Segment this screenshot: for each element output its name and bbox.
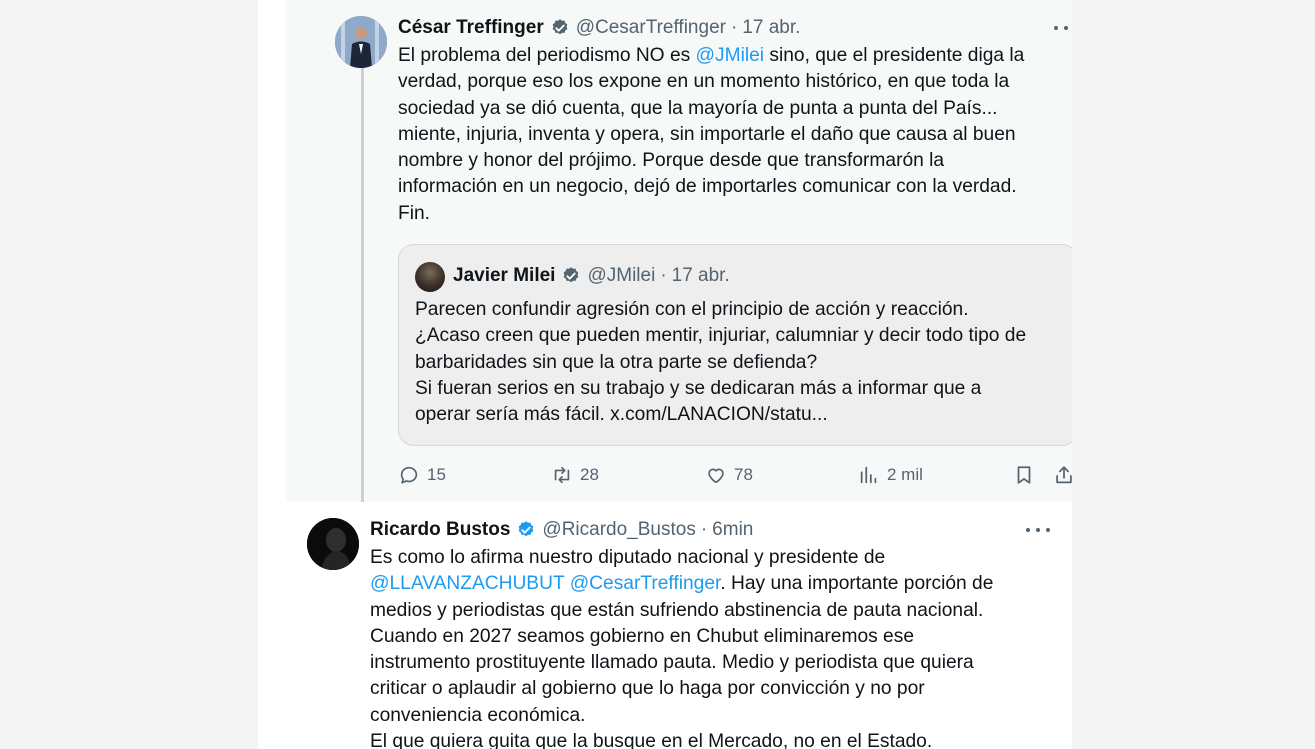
views-count: 2 mil: [887, 465, 923, 484]
thread-connector-line: [361, 68, 364, 510]
quoted-tweet-time: 17 abr.: [671, 265, 730, 286]
share-icon: [1056, 466, 1072, 484]
quoted-tweet-text: Parecen confundir agresión con el princi…: [415, 299, 1027, 426]
tweet-cesar-treffinger[interactable]: César Treffinger @CesarTreffinger · 17 a…: [286, 0, 1072, 510]
more-icon[interactable]: [1026, 525, 1050, 535]
share-button[interactable]: [1053, 462, 1072, 488]
header-separator: ·: [730, 17, 738, 38]
verified-badge-icon: [552, 19, 568, 35]
retweet-icon: [554, 466, 570, 484]
mention-cesartreffinger[interactable]: @CesarTreffinger: [570, 573, 721, 594]
header-separator: ·: [700, 519, 708, 540]
quoted-author-name: Javier Milei: [453, 265, 556, 286]
author-name[interactable]: Ricardo Bustos: [370, 519, 510, 541]
more-icon[interactable]: [1054, 23, 1072, 33]
tweet-text-rest: sino, que el presidente diga la verdad, …: [398, 45, 1025, 224]
quoted-tweet-header: Javier Milei @JMilei · 17 abr.: [453, 263, 730, 289]
tweet-text-rest: . Hay una importante porción de medios y…: [370, 573, 994, 749]
bookmark-button[interactable]: [1013, 462, 1035, 488]
tweet-header: Ricardo Bustos @Ricardo_Bustos · 6min: [370, 517, 753, 543]
quoted-author-handle: @JMilei: [587, 265, 656, 286]
views-button[interactable]: 2 mil: [858, 462, 923, 488]
retweet-count: 28: [580, 465, 599, 484]
tweet-actions: 15 28 78 2 mil: [398, 462, 1072, 488]
author-handle[interactable]: @CesarTreffinger: [576, 17, 726, 39]
reply-button[interactable]: 15: [398, 462, 446, 488]
tweet-text: El problema del periodismo NO es @JMilei…: [398, 43, 1068, 227]
timeline: César Treffinger @CesarTreffinger · 17 a…: [258, 0, 1072, 749]
tweet-header: César Treffinger @CesarTreffinger · 17 a…: [398, 15, 800, 41]
reply-count: 15: [427, 465, 446, 484]
quoted-tweet-javier-milei[interactable]: Javier Milei @JMilei · 17 abr. Parecen c…: [398, 244, 1072, 446]
author-name[interactable]: César Treffinger: [398, 17, 544, 39]
author-handle[interactable]: @Ricardo_Bustos: [542, 519, 695, 541]
bookmark-icon: [1017, 466, 1031, 484]
like-icon: [708, 468, 724, 484]
retweet-button[interactable]: 28: [551, 462, 599, 488]
verified-badge-icon: [564, 267, 579, 283]
verified-badge-icon: [519, 521, 534, 537]
tweet-text: Es como lo afirma nuestro diputado nacio…: [370, 545, 1040, 749]
like-count: 78: [734, 465, 753, 484]
tweet-time[interactable]: 17 abr.: [742, 17, 800, 39]
like-button[interactable]: 78: [705, 462, 753, 488]
quoted-header-separator: ·: [660, 265, 667, 286]
mention-llavanzachubut[interactable]: @LLAVANZACHUBUT: [370, 573, 564, 594]
page-background-left: [0, 0, 258, 749]
tweet-text-start: El problema del periodismo NO es: [398, 45, 696, 66]
avatar-javier-milei[interactable]: [415, 262, 445, 292]
avatar-cesar-treffinger[interactable]: [335, 16, 387, 68]
reply-icon: [400, 466, 418, 484]
avatar-ricardo-bustos[interactable]: [307, 518, 359, 570]
views-icon: [860, 466, 877, 484]
tweet-text-start: Es como lo afirma nuestro diputado nacio…: [370, 547, 886, 568]
page-background-right: [1072, 0, 1315, 749]
mention-jmilei[interactable]: @JMilei: [696, 45, 765, 66]
tweet-time[interactable]: 6min: [712, 519, 753, 541]
